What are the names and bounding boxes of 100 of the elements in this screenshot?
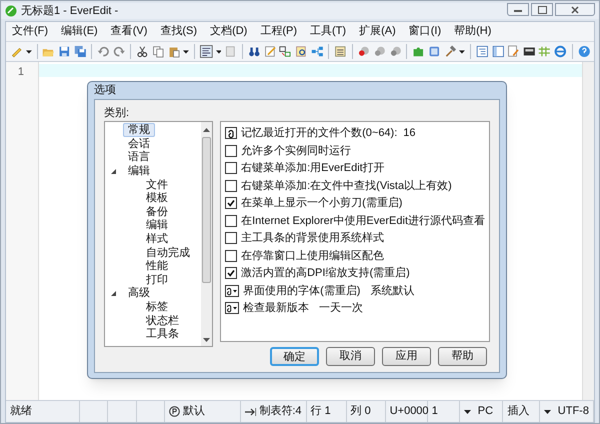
save-icon[interactable] <box>58 44 71 59</box>
scrollbar-thumb[interactable] <box>202 136 212 282</box>
category-item[interactable]: 自动完成 <box>141 246 195 260</box>
menu-item[interactable]: 工具(T) <box>308 23 348 40</box>
copy-icon[interactable] <box>152 44 165 59</box>
line-number: 1 <box>18 65 24 80</box>
checkbox[interactable] <box>225 162 238 174</box>
option-label: 允许多个实例同时运行 <box>241 144 352 158</box>
status-text[interactable]: PC <box>478 403 494 420</box>
save-all-icon[interactable] <box>74 44 86 59</box>
category-item[interactable]: 语言 <box>123 150 155 164</box>
minimize-icon <box>514 8 522 12</box>
option-label: 在Internet Explorer中使用EverEdit进行源代码查看 <box>241 214 485 228</box>
status-text: 行 1 <box>310 404 331 420</box>
menu-item[interactable]: 查看(V) <box>108 23 150 40</box>
option-value[interactable]: 一天一次 <box>319 300 364 316</box>
window-title: 无标题1 - EverEdit - <box>21 4 118 19</box>
checkbox[interactable] <box>225 144 238 157</box>
category-item[interactable]: 工具条 <box>141 327 184 342</box>
dialog-button[interactable]: 确定 <box>270 346 319 366</box>
undo-icon[interactable] <box>97 44 110 59</box>
menu-item[interactable]: 窗口(I) <box>406 23 444 40</box>
option-value[interactable]: 16 <box>403 125 416 142</box>
checkbox[interactable] <box>225 250 238 262</box>
maximize-icon <box>538 6 546 14</box>
menu-item[interactable]: 文档(D) <box>208 23 250 40</box>
category-item[interactable]: 文件 <box>141 178 173 192</box>
category-item[interactable]: 编辑 <box>123 164 155 178</box>
caret-icon[interactable] <box>183 50 190 54</box>
option-label: 主工具条的背景使用系统样式 <box>241 230 384 246</box>
tab-arrow-icon <box>244 408 256 416</box>
category-item[interactable]: 标签 <box>141 300 173 314</box>
category-item[interactable]: 编辑 <box>141 218 173 232</box>
minimize-button[interactable] <box>507 3 529 16</box>
category-item[interactable]: 性能 <box>141 259 173 274</box>
category-item[interactable]: 模板 <box>141 191 173 206</box>
menu-item[interactable]: 文件(F) <box>10 23 50 40</box>
menu-item[interactable]: 编辑(E) <box>59 23 100 40</box>
text-value-icon[interactable] <box>225 127 238 140</box>
option-label: 检查最新版本 <box>243 300 310 316</box>
dropdown-value-icon[interactable] <box>225 284 240 297</box>
checkbox[interactable] <box>225 232 238 244</box>
expanded-triangle-icon[interactable] <box>111 168 116 174</box>
scroll-up-icon[interactable] <box>203 128 210 132</box>
status-text: 插入 <box>507 404 530 420</box>
category-item[interactable]: 会话 <box>123 136 155 151</box>
redo-icon[interactable] <box>112 44 126 59</box>
scrollbar[interactable] <box>582 62 594 400</box>
menu-item[interactable]: 查找(S) <box>158 23 200 40</box>
category-item[interactable]: 打印 <box>141 272 173 287</box>
caret-icon[interactable] <box>544 410 551 414</box>
menu-item[interactable]: 扩展(A) <box>357 23 398 40</box>
category-item[interactable]: 样式 <box>141 232 173 246</box>
outline-panel-icon[interactable] <box>476 44 489 59</box>
option-label: 右键菜单添加:用EverEdit打开 <box>241 161 385 176</box>
word-wrap-icon[interactable] <box>200 44 213 59</box>
status-text[interactable]: UTF-8 <box>558 403 589 420</box>
scissors-icon[interactable] <box>136 44 149 59</box>
caret-icon[interactable] <box>26 50 32 54</box>
close-button[interactable] <box>555 3 595 16</box>
dialog-button[interactable]: 取消 <box>326 346 375 366</box>
checklist-icon[interactable] <box>334 44 347 59</box>
option-value[interactable]: 系统默认 <box>370 282 414 299</box>
maximize-button[interactable] <box>531 3 553 16</box>
p-circle-icon <box>169 406 180 417</box>
checkbox[interactable] <box>225 197 238 210</box>
checkbox[interactable] <box>225 180 238 192</box>
status-text: 制表符:4 <box>259 404 302 420</box>
scrollbar[interactable] <box>201 122 212 346</box>
dropdown-value-icon[interactable] <box>225 302 240 314</box>
category-item[interactable]: 高级 <box>123 286 155 300</box>
status-text: 1 <box>432 404 438 420</box>
split-panel-icon[interactable] <box>492 44 504 59</box>
category-item[interactable]: 状态栏 <box>141 314 184 328</box>
hammer-icon[interactable] <box>444 44 456 59</box>
caret-icon[interactable] <box>459 50 466 54</box>
category-item[interactable]: 常规 <box>123 123 155 138</box>
status-text: 就绪 <box>10 404 32 420</box>
option-label: 界面使用的字体(需重启) <box>243 284 360 298</box>
checkbox[interactable] <box>225 214 238 227</box>
dialog-button[interactable]: 应用 <box>382 346 431 366</box>
menu-item[interactable]: 帮助(H) <box>452 23 494 40</box>
app-logo-icon <box>5 5 17 17</box>
option-label: 激活内置的高DPI缩放支持(需重启) <box>241 266 410 281</box>
help-icon[interactable] <box>578 44 590 59</box>
status-text: 列 0 <box>350 404 371 420</box>
checkbox[interactable] <box>225 267 238 280</box>
scroll-down-icon[interactable] <box>203 338 210 342</box>
flowchart-icon[interactable] <box>310 44 324 59</box>
category-item[interactable]: 备份 <box>141 204 173 219</box>
caret-icon[interactable] <box>216 50 222 54</box>
dialog-button[interactable]: 帮助 <box>438 346 487 366</box>
status-text: U+0000 <box>390 404 429 420</box>
expanded-triangle-icon[interactable] <box>111 290 116 296</box>
option-label: 记忆最近打开的文件个数(0~64): <box>241 126 398 141</box>
window-icon[interactable] <box>428 44 441 59</box>
caret-icon[interactable] <box>464 410 471 414</box>
option-label: 在菜单上显示一个小剪刀(需重启) <box>241 196 402 211</box>
category-label: 类别: <box>104 106 130 120</box>
menu-item[interactable]: 工程(P) <box>258 23 300 40</box>
